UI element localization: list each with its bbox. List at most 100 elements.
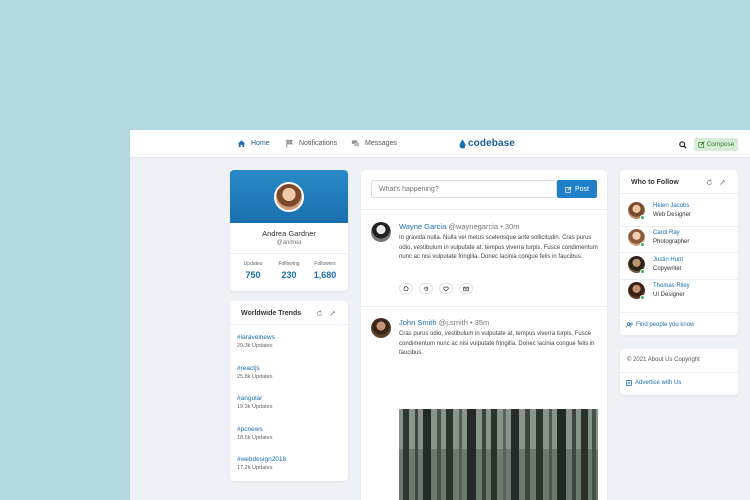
follow-role: Photographer	[653, 239, 690, 245]
trend-item[interactable]: #reactjs 25.8k Updates	[237, 365, 272, 380]
trend-tag[interactable]: #reactjs	[237, 365, 272, 372]
like-button[interactable]	[439, 283, 453, 294]
edit-icon	[697, 141, 705, 148]
advertise-label: Advertise with Us	[635, 380, 682, 386]
online-indicator	[640, 295, 645, 300]
compose-label: Compose	[706, 141, 735, 148]
drop-icon	[459, 139, 466, 148]
follow-name[interactable]: Carol Ray	[653, 230, 680, 236]
nav-home-label: Home	[251, 140, 270, 147]
settings-icon[interactable]	[329, 310, 336, 317]
profile-handle: @andrea	[276, 240, 302, 246]
online-indicator	[640, 242, 645, 247]
comment-icon	[403, 285, 409, 291]
nav-notifications[interactable]: Notifications	[285, 139, 337, 148]
trend-count: 29.3k Updates	[237, 343, 273, 349]
stat-label: Updates	[243, 261, 263, 267]
follow-name[interactable]: Thomas Riley	[653, 283, 690, 289]
avatar[interactable]	[371, 222, 391, 242]
who-title: Who to Follow	[631, 179, 679, 186]
trend-tag[interactable]: #angular	[237, 395, 272, 402]
trend-item[interactable]: #webdesign2018 17.2k Updates	[237, 456, 286, 471]
trend-tag[interactable]: #pcnews	[237, 426, 272, 433]
follow-item[interactable]: Carol Ray Photographer	[628, 229, 732, 249]
trend-tag[interactable]: #laravelnews	[237, 334, 275, 341]
divider	[620, 226, 738, 227]
ad-icon	[626, 380, 632, 386]
follow-role: UI Designer	[653, 292, 685, 298]
nav-messages-label: Messages	[365, 140, 397, 147]
divider	[620, 372, 738, 373]
divider	[230, 253, 348, 254]
logo[interactable]: codebase	[459, 138, 515, 149]
profile-name[interactable]: Andrea Gardner	[230, 229, 348, 238]
post-header: John Smith @j.smith • 35m	[399, 318, 489, 327]
home-icon	[237, 140, 246, 148]
trend-item[interactable]: #pcnews 18.6k Updates	[237, 426, 272, 441]
nav-messages[interactable]: Messages	[351, 139, 397, 148]
profile-card: Andrea Gardner @andrea Updates 750 Follo…	[230, 170, 348, 291]
flag-icon	[286, 139, 294, 148]
logo-text: codebase	[468, 138, 515, 149]
trend-count: 19.3k Updates	[237, 404, 273, 410]
retweet-button[interactable]	[419, 283, 433, 294]
chat-icon	[351, 140, 360, 147]
refresh-icon[interactable]	[316, 310, 323, 317]
follow-role: Copywriter	[653, 266, 682, 272]
advertise-link[interactable]: Advertise with Us	[626, 380, 681, 386]
compose-button[interactable]: Compose	[694, 138, 738, 151]
stat-value: 750	[245, 270, 261, 280]
refresh-icon[interactable]	[706, 179, 713, 186]
nav-home[interactable]: Home	[237, 139, 270, 148]
post-author[interactable]: Wayne Garcia	[399, 222, 446, 231]
stat-following[interactable]: Following 230	[271, 261, 307, 280]
settings-icon[interactable]	[719, 179, 726, 186]
trend-item[interactable]: #angular 19.3k Updates	[237, 395, 272, 410]
online-indicator	[640, 215, 645, 220]
search-button[interactable]	[676, 138, 689, 151]
post-image[interactable]	[399, 409, 598, 500]
follow-name[interactable]: Helen Jacobs	[653, 203, 689, 209]
stat-updates[interactable]: Updates 750	[235, 261, 271, 280]
post-text: In gravida nulla. Nulla vel metus sceler…	[399, 235, 598, 261]
post-button[interactable]: Post	[557, 180, 597, 198]
share-button[interactable]	[459, 283, 473, 294]
trend-item[interactable]: #laravelnews 29.3k Updates	[237, 334, 275, 349]
follow-name[interactable]: Justin Hunt	[653, 257, 683, 263]
divider	[361, 306, 607, 307]
search-icon	[678, 140, 687, 149]
stat-followers[interactable]: Followers 1,680	[307, 261, 343, 280]
forest-photo	[399, 409, 598, 500]
stat-value: 230	[281, 270, 297, 280]
online-indicator	[640, 269, 645, 274]
follow-item[interactable]: Justin Hunt Copywriter	[628, 256, 732, 276]
status-input[interactable]	[371, 180, 557, 198]
stat-value: 1,680	[313, 270, 337, 280]
trend-tag[interactable]: #webdesign2018	[237, 456, 286, 463]
trends-card: Worldwide Trends #laravelnews 29.3k Upda…	[230, 301, 348, 481]
avatar[interactable]	[274, 182, 304, 212]
trend-count: 25.8k Updates	[237, 374, 273, 380]
post-meta: @j.smith • 35m	[436, 318, 490, 327]
avatar[interactable]	[371, 318, 391, 338]
stat-label: Followers	[314, 261, 336, 267]
post-header: Wayne Garcia @waynegarcia • 30m	[399, 222, 519, 231]
divider	[620, 312, 738, 313]
retweet-icon	[423, 286, 429, 291]
reply-button[interactable]	[399, 283, 413, 294]
heart-icon	[443, 286, 449, 292]
edit-icon	[565, 185, 572, 193]
app-window: Home Notifications Messages codebase Com…	[130, 130, 750, 500]
trends-title: Worldwide Trends	[241, 310, 302, 317]
post-label: Post	[574, 185, 589, 193]
users-icon	[626, 322, 633, 328]
footer-links[interactable]: © 2021 About Us Copyright	[627, 357, 700, 363]
follow-item[interactable]: Thomas Riley UI Designer	[628, 282, 732, 302]
trend-count: 17.2k Updates	[237, 465, 273, 471]
post-text: Cras purus odio, vestibulum in vulputate…	[399, 331, 595, 357]
find-people-link[interactable]: Find people you know	[626, 322, 694, 328]
find-people-label: Find people you know	[636, 322, 695, 328]
follow-item[interactable]: Helen Jacobs Web Designer	[628, 202, 732, 222]
post-author[interactable]: John Smith	[399, 318, 437, 327]
divider	[620, 279, 738, 280]
